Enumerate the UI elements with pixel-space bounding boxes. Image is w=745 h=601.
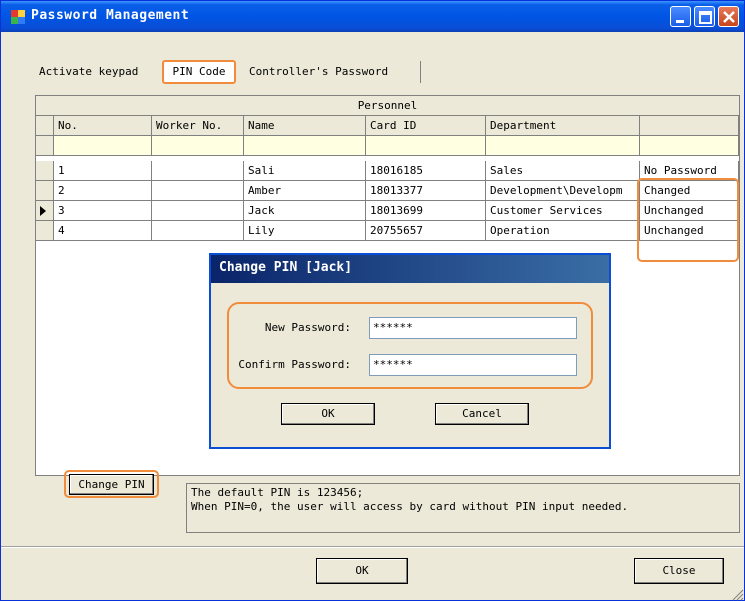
column-header-card-id[interactable]: Card ID: [366, 116, 486, 136]
info-line-2: When PIN=0, the user will access by card…: [191, 500, 629, 513]
column-header-worker-no[interactable]: Worker No.: [152, 116, 244, 136]
confirm-password-field[interactable]: ******: [369, 354, 577, 376]
row-selector[interactable]: [36, 221, 54, 241]
row-selector[interactable]: [36, 136, 54, 156]
row-selector[interactable]: [36, 201, 54, 221]
change-pin-highlight: Change PIN: [64, 470, 159, 498]
tab-pin-code[interactable]: PIN Code: [162, 60, 236, 84]
grid-cell[interactable]: [54, 136, 152, 156]
cell-no[interactable]: 2: [54, 181, 152, 201]
column-header-status[interactable]: [640, 116, 739, 136]
cell-name[interactable]: Sali: [244, 161, 366, 181]
cell-department[interactable]: Customer Services: [486, 201, 640, 221]
close-icon: [723, 11, 735, 23]
change-pin-button[interactable]: Change PIN: [69, 474, 154, 495]
current-row-arrow-icon: [40, 206, 46, 216]
table-row[interactable]: 4 Lily 20755657 Operation Unchanged: [36, 221, 739, 241]
column-header-name[interactable]: Name: [244, 116, 366, 136]
title-bar[interactable]: Password Management: [1, 1, 744, 32]
confirm-password-label: Confirm Password:: [238, 358, 351, 371]
new-password-field[interactable]: ******: [369, 317, 577, 339]
cell-department[interactable]: Sales: [486, 161, 640, 181]
close-button[interactable]: Close: [634, 558, 724, 584]
info-line-1: The default PIN is 123456;: [191, 486, 364, 499]
app-icon: [11, 10, 25, 24]
cell-department[interactable]: Development\Developm: [486, 181, 640, 201]
column-header-department[interactable]: Department: [486, 116, 640, 136]
cell-worker-no[interactable]: [152, 161, 244, 181]
cell-name[interactable]: Jack: [244, 201, 366, 221]
dialog-ok-button[interactable]: OK: [281, 403, 375, 425]
cell-status[interactable]: No Password: [640, 161, 739, 181]
maximize-icon: [699, 11, 712, 24]
cell-card-id[interactable]: 18013699: [366, 201, 486, 221]
cell-card-id[interactable]: 18013377: [366, 181, 486, 201]
cell-status[interactable]: Changed: [640, 181, 739, 201]
table-row-selected[interactable]: 3 Jack 18013699 Customer Services Unchan…: [36, 201, 739, 221]
minimize-icon: [676, 20, 684, 23]
cell-status[interactable]: Unchanged: [640, 221, 739, 241]
cell-worker-no[interactable]: [152, 201, 244, 221]
close-window-button[interactable]: [718, 6, 739, 27]
resize-grip-icon[interactable]: [732, 589, 744, 601]
minimize-button[interactable]: [670, 6, 691, 27]
cell-department[interactable]: Operation: [486, 221, 640, 241]
cell-no[interactable]: 4: [54, 221, 152, 241]
table-row[interactable]: 2 Amber 18013377 Development\Developm Ch…: [36, 181, 739, 201]
cell-card-id[interactable]: 18016185: [366, 161, 486, 181]
cell-no[interactable]: 3: [54, 201, 152, 221]
dialog-title: Change PIN [Jack]: [219, 260, 353, 275]
cell-status[interactable]: Unchanged: [640, 201, 739, 221]
cell-card-id[interactable]: 20755657: [366, 221, 486, 241]
grid-cell[interactable]: [640, 136, 739, 156]
cell-name[interactable]: Lily: [244, 221, 366, 241]
cell-worker-no[interactable]: [152, 221, 244, 241]
table-row[interactable]: 1 Sali 18016185 Sales No Password: [36, 161, 739, 181]
tab-activate-keypad[interactable]: Activate keypad: [31, 61, 156, 83]
grid-new-row[interactable]: [36, 136, 739, 156]
password-management-window: Password Management Activate keypad PIN …: [0, 0, 745, 601]
dialog-cancel-button[interactable]: Cancel: [435, 403, 529, 425]
footer-divider: [1, 546, 744, 548]
cell-worker-no[interactable]: [152, 181, 244, 201]
grid-cell[interactable]: [366, 136, 486, 156]
maximize-button[interactable]: [694, 6, 715, 27]
window-title: Password Management: [31, 8, 190, 23]
grid-cell[interactable]: [152, 136, 244, 156]
pin-info-box: The default PIN is 123456; When PIN=0, t…: [186, 483, 740, 533]
row-selector[interactable]: [36, 161, 54, 181]
grid-header-row: No. Worker No. Name Card ID Department: [36, 116, 739, 136]
grid-cell[interactable]: [486, 136, 640, 156]
dialog-title-bar[interactable]: Change PIN [Jack]: [211, 255, 609, 283]
tab-controllers-password[interactable]: Controller's Password: [241, 61, 421, 83]
column-header-no[interactable]: No.: [54, 116, 152, 136]
grid-title: Personnel: [36, 96, 739, 116]
grid-cell[interactable]: [244, 136, 366, 156]
change-pin-dialog: Change PIN [Jack] New Password: ****** C…: [209, 253, 611, 449]
ok-button[interactable]: OK: [316, 558, 408, 584]
row-selector-header: [36, 116, 54, 136]
new-password-label: New Password:: [264, 321, 351, 334]
cell-no[interactable]: 1: [54, 161, 152, 181]
cell-name[interactable]: Amber: [244, 181, 366, 201]
row-selector[interactable]: [36, 181, 54, 201]
